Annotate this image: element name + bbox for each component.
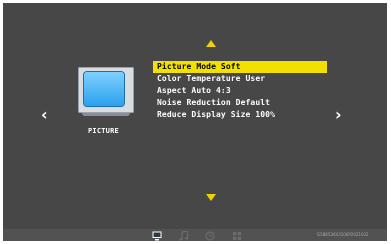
- menu-item-color-temperature[interactable]: Color Temperature User: [153, 73, 327, 85]
- tv-screen: [84, 72, 124, 106]
- menu-item-aspect[interactable]: Aspect Auto 4:3: [153, 85, 327, 97]
- menu-item-reduce-display-size[interactable]: Reduce Display Size 100%: [153, 109, 327, 121]
- settings-list: Picture Mode Soft Color Temperature User…: [153, 61, 327, 121]
- picture-tab-tv-icon[interactable]: [152, 231, 162, 241]
- screen: ‹ › PICTURE Picture Mode Soft Color Temp…: [0, 0, 391, 244]
- scroll-down-arrow-icon[interactable]: [206, 194, 216, 201]
- tv-base: [82, 113, 130, 116]
- firmware-serial: G5BK53643106P2021032: [317, 232, 369, 237]
- picture-menu-tv-icon: [78, 67, 134, 117]
- menu-category-label: PICTURE: [88, 127, 119, 135]
- menu-item-picture-mode[interactable]: Picture Mode Soft: [153, 61, 327, 73]
- osd-menu: ‹ › PICTURE Picture Mode Soft Color Temp…: [3, 3, 387, 241]
- menu-item-noise-reduction[interactable]: Noise Reduction Default: [153, 97, 327, 109]
- previous-page-icon[interactable]: ‹: [41, 107, 48, 123]
- time-tab-clock-icon[interactable]: [205, 231, 215, 241]
- sound-tab-music-note-icon[interactable]: [179, 231, 189, 241]
- next-page-icon[interactable]: ›: [335, 107, 342, 123]
- scroll-up-arrow-icon[interactable]: [206, 40, 216, 47]
- option-tab-grid-icon[interactable]: [232, 231, 242, 241]
